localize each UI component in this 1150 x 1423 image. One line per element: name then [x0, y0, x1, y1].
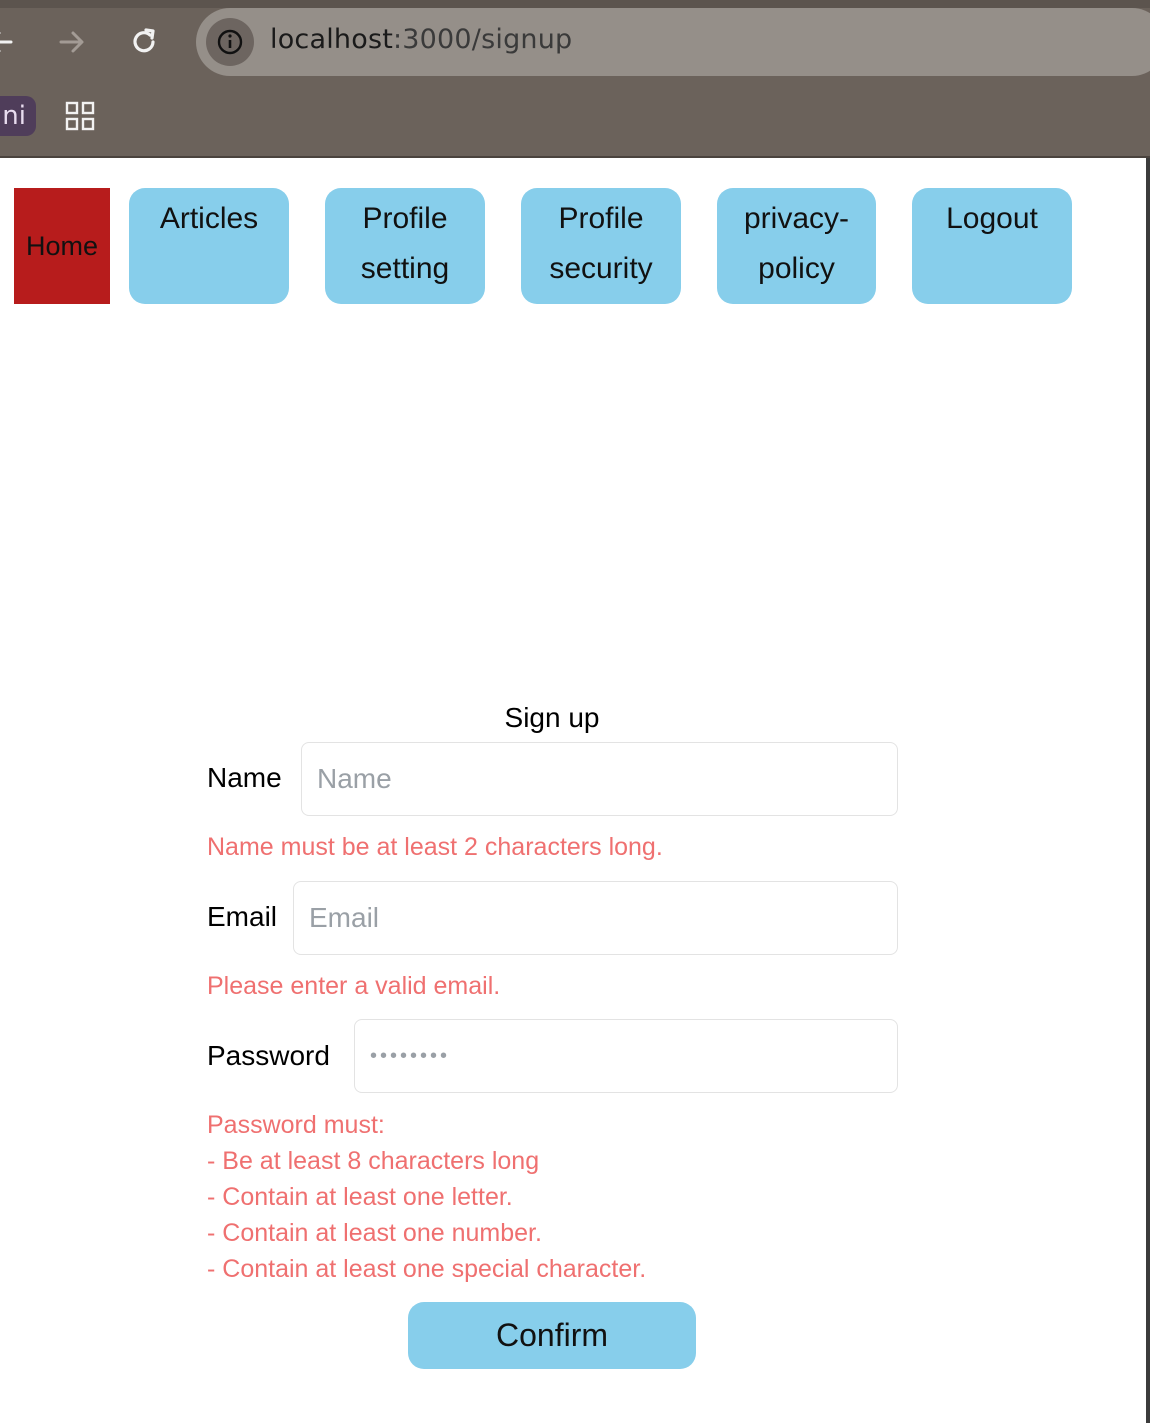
forward-icon[interactable]	[52, 22, 92, 62]
nav-logout-button[interactable]: Logout	[912, 188, 1072, 304]
nav-profile-setting-label-1: Profile	[362, 202, 448, 235]
bookmark-label: ni	[2, 101, 26, 131]
password-label: Password	[207, 1040, 330, 1071]
signup-title: Sign up	[504, 702, 600, 733]
nav-profile-setting-button[interactable]: Profile setting	[325, 188, 485, 304]
url-host: localhost	[270, 24, 393, 55]
nav-profile-security-label-2: security	[549, 252, 653, 285]
password-error-heading: Password must:	[207, 1111, 385, 1139]
password-input[interactable]: ••••••••	[354, 1019, 898, 1093]
nav-privacy-label-2: policy	[758, 252, 835, 285]
bookmarks-bar	[0, 84, 1150, 156]
password-placeholder: ••••••••	[370, 1044, 451, 1067]
nav-profile-security-label-1: Profile	[558, 202, 644, 235]
apps-icon[interactable]	[64, 100, 96, 132]
confirm-button[interactable]: Confirm	[408, 1302, 696, 1369]
url-path: :3000/signup	[393, 24, 573, 55]
nav-home-label: Home	[25, 230, 99, 261]
name-label: Name	[207, 762, 282, 793]
nav-profile-setting-label-2: setting	[360, 252, 450, 285]
reload-icon[interactable]	[124, 22, 164, 62]
nav-logout-label: Logout	[946, 202, 1038, 235]
nav-articles-label: Articles	[159, 202, 259, 235]
bookmark-item[interactable]: ni	[0, 96, 36, 136]
back-icon[interactable]	[0, 22, 20, 62]
password-error-rule-letter: - Contain at least one letter.	[207, 1183, 513, 1211]
nav-profile-security-button[interactable]: Profile security	[521, 188, 681, 304]
page-scroll-edge	[1146, 158, 1150, 1423]
confirm-label: Confirm	[495, 1317, 608, 1353]
name-error: Name must be at least 2 characters long.	[207, 833, 663, 861]
info-icon[interactable]	[206, 18, 254, 66]
nav-privacy-label-1: privacy-	[743, 202, 849, 235]
nav-articles-button[interactable]: Articles	[129, 188, 289, 304]
email-error: Please enter a valid email.	[207, 972, 501, 1000]
password-error-rule-special: - Contain at least one special character…	[207, 1255, 647, 1283]
name-placeholder: Name	[317, 763, 392, 794]
chrome-divider	[0, 156, 1150, 158]
email-input[interactable]: Email	[293, 881, 898, 955]
password-error-rule-number: - Contain at least one number.	[207, 1219, 542, 1247]
email-label: Email	[207, 901, 278, 932]
url-text[interactable]: localhost:3000/signup	[270, 24, 572, 55]
nav-privacy-policy-button[interactable]: privacy- policy	[717, 188, 876, 304]
nav-home-link[interactable]: Home	[14, 188, 110, 304]
name-input[interactable]: Name	[301, 742, 898, 816]
email-placeholder: Email	[309, 902, 380, 933]
password-error-rule-length: - Be at least 8 characters long	[207, 1147, 540, 1175]
browser-tabstrip-edge	[0, 0, 1150, 8]
